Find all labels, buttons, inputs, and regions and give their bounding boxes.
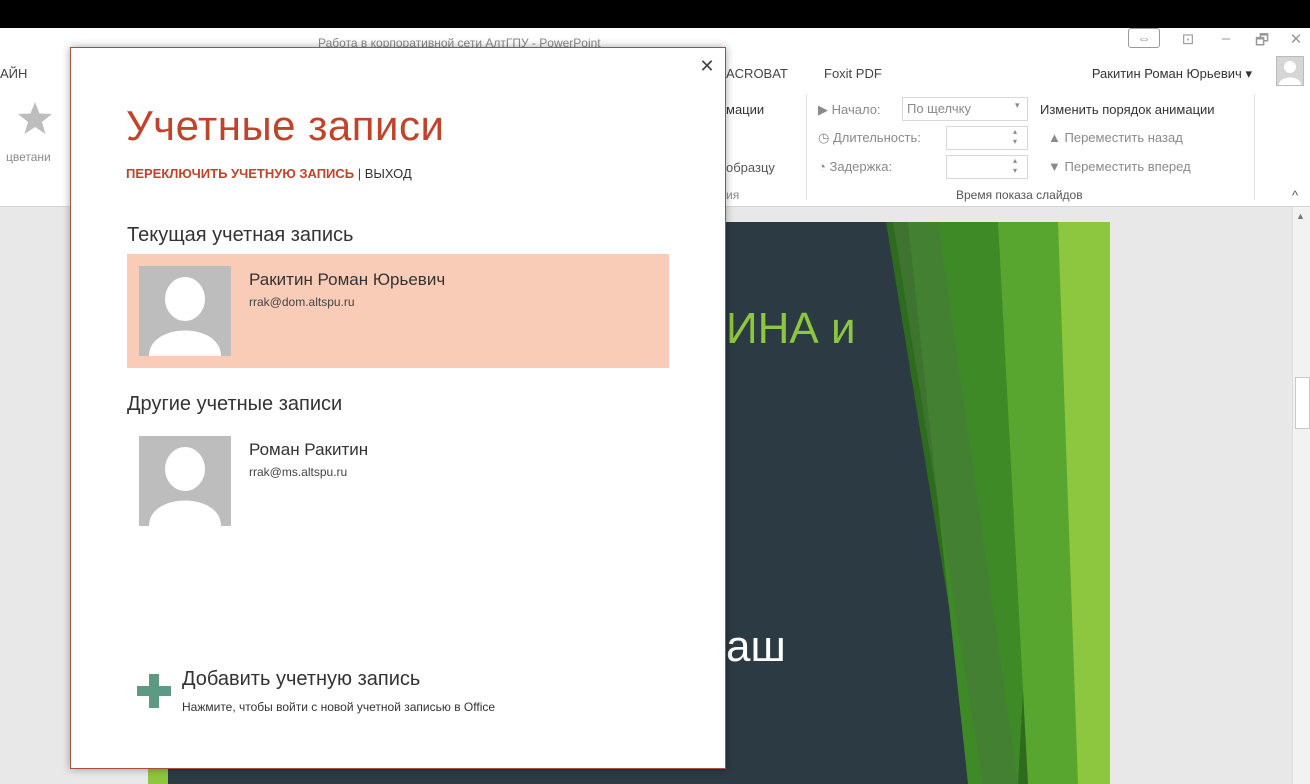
animation-label[interactable]: мации	[726, 102, 764, 117]
account-avatar	[139, 436, 231, 526]
scrollbar-thumb[interactable]	[1295, 377, 1310, 429]
start-select-value: По щелчку	[907, 101, 971, 116]
account-name: Ракитин Роман Юрьевич	[249, 270, 446, 289]
person-icon	[149, 277, 221, 356]
delay-icon: ◔	[818, 159, 826, 174]
delay-input[interactable]: ▴ ▾	[946, 155, 1028, 179]
ribbon-left-caption: цветани	[6, 150, 51, 164]
scroll-up-icon[interactable]: ▲	[1296, 211, 1305, 221]
current-account-heading: Текущая учетная запись	[127, 224, 354, 246]
account-name: Роман Ракитин	[249, 440, 369, 459]
tab-acrobat[interactable]: ACROBAT	[726, 66, 788, 81]
person-icon	[149, 447, 221, 526]
timing-group-label: Время показа слайдов	[956, 188, 1083, 202]
duration-input[interactable]: ▴ ▾	[946, 126, 1028, 150]
account-avatar	[139, 266, 231, 356]
clock-icon: ◷	[818, 130, 830, 145]
start-label: Начало:	[831, 102, 881, 117]
duration-label: Длительность:	[832, 130, 921, 145]
chevron-down-icon: ▾	[1015, 100, 1020, 110]
move-back-button[interactable]: ▲ Переместить назад	[1048, 130, 1183, 145]
user-avatar[interactable]	[1276, 56, 1304, 86]
dialog-close-button[interactable]: ✕	[697, 56, 717, 77]
triangle-up-icon: ▲	[1048, 130, 1061, 145]
delay-row: ◔ Задержка:	[818, 159, 892, 174]
slide-body-fragment: аш	[726, 622, 786, 671]
ribbon-divider	[806, 94, 807, 200]
star-icon[interactable]	[16, 100, 54, 141]
top-black-strip	[0, 0, 1310, 28]
plus-icon	[137, 674, 171, 708]
user-name-label: Ракитин Роман Юрьевич	[1091, 66, 1242, 81]
chevron-down-icon: ▾	[1245, 66, 1252, 81]
link-separator: |	[354, 166, 365, 181]
triangle-down-icon: ▼	[1048, 159, 1061, 174]
start-select[interactable]: По щелчку ▾	[902, 97, 1028, 121]
duration-row: ◷ Длительность:	[818, 130, 921, 146]
account-actions: ПЕРЕКЛЮЧИТЬ УЧЕТНУЮ ЗАПИСЬ | ВЫХОД	[126, 166, 412, 181]
signed-in-user-name[interactable]: Ракитин Роман Юрьевич ▾	[1092, 66, 1252, 82]
animation-group-label: ия	[726, 188, 740, 202]
reorder-animation-title: Изменить порядок анимации	[1040, 102, 1215, 117]
add-account-subtitle: Нажмите, чтобы войти с новой учетной зап…	[182, 700, 496, 714]
person-icon	[1279, 61, 1301, 85]
move-forward-button[interactable]: ▼ Переместить вперед	[1048, 159, 1191, 174]
restore-button[interactable]: 🗗	[1250, 30, 1274, 55]
add-account-title: Добавить учетную запись	[182, 668, 421, 690]
spinner-arrows-icon: ▴ ▾	[1013, 127, 1018, 146]
dialog-title: Учетные записи	[126, 102, 445, 149]
ribbon-divider	[1254, 94, 1255, 200]
slide-title-fragment: ИНА и	[726, 304, 856, 353]
spinner-arrows-icon: ▴ ▾	[1013, 156, 1018, 175]
move-back-label: Переместить назад	[1064, 130, 1183, 145]
play-icon: ▶	[818, 102, 828, 117]
delay-label: Задержка:	[829, 159, 893, 174]
accounts-dialog: ✕ Учетные записи ПЕРЕКЛЮЧИТЬ УЧЕТНУЮ ЗАП…	[70, 47, 726, 769]
vertical-scrollbar[interactable]: ▲	[1292, 207, 1310, 784]
collapse-ribbon-button[interactable]: ^	[1292, 188, 1298, 203]
sign-out-link[interactable]: ВЫХОД	[365, 166, 412, 181]
move-forward-label: Переместить вперед	[1064, 159, 1191, 174]
minimize-button[interactable]: –	[1214, 30, 1238, 47]
tab-foxit-pdf[interactable]: Foxit PDF	[824, 66, 882, 81]
animation-painter-label[interactable]: образцу	[726, 160, 775, 175]
account-email: rrak@dom.altspu.ru	[249, 295, 355, 309]
start-row: ▶ Начало:	[818, 102, 881, 118]
collapse-ribbon-icon[interactable]: ⊡	[1176, 30, 1200, 48]
other-accounts-heading: Другие учетные записи	[127, 393, 343, 415]
account-email: rrak@ms.altspu.ru	[249, 465, 348, 479]
tab-design[interactable]: АЙН	[0, 66, 27, 81]
other-account-item[interactable]: Роман Ракитин rrak@ms.altspu.ru	[127, 424, 669, 538]
switch-account-link[interactable]: ПЕРЕКЛЮЧИТЬ УЧЕТНУЮ ЗАПИСЬ	[126, 166, 354, 181]
ribbon-display-options-button[interactable]: ⇔	[1128, 28, 1160, 48]
window-close-button[interactable]: ✕	[1284, 30, 1308, 48]
current-account-item[interactable]: Ракитин Роман Юрьевич rrak@dom.altspu.ru	[127, 254, 669, 368]
